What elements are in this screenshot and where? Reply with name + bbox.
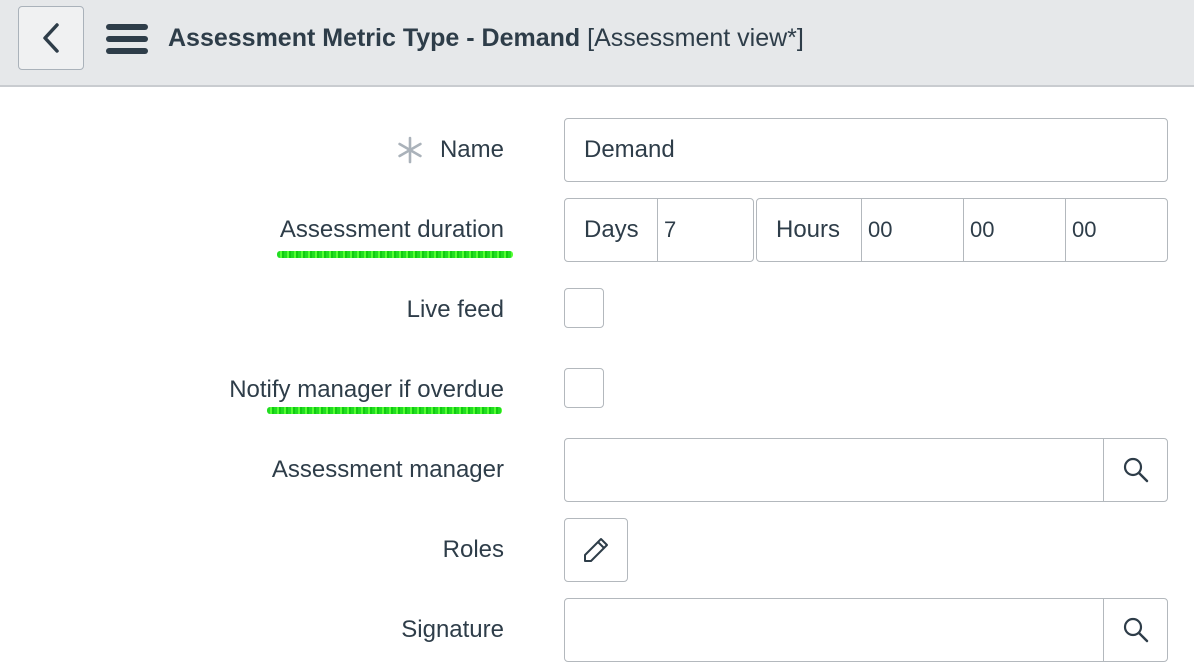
chevron-left-icon (43, 23, 59, 53)
view-name: [Assessment view*] (587, 24, 804, 52)
seconds-input[interactable]: 00 (1065, 199, 1167, 261)
name-input[interactable]: Demand (564, 118, 1168, 182)
minutes-input[interactable]: 00 (963, 199, 1065, 261)
assessment-manager-input[interactable] (564, 438, 1168, 502)
notify-manager-checkbox[interactable] (564, 368, 604, 408)
days-input[interactable]: 7 (657, 199, 753, 261)
back-button[interactable] (18, 6, 84, 70)
roles-edit-button[interactable] (564, 518, 628, 582)
live-feed-checkbox[interactable] (564, 288, 604, 328)
name-label: Name (439, 136, 504, 163)
form-header: Assessment Metric Type - Demand [Assessm… (0, 0, 1194, 87)
assessment-manager-lookup-button[interactable] (1103, 439, 1167, 501)
assessment-duration-label: Assessment duration (279, 216, 504, 243)
roles-label: Roles (442, 536, 504, 563)
signature-lookup-button[interactable] (1103, 599, 1167, 661)
live-feed-label: Live feed (406, 296, 504, 323)
hours-label: Hours (776, 216, 841, 243)
required-asterisk-icon (398, 136, 422, 164)
record-title: Assessment Metric Type - Demand (168, 24, 581, 52)
spellcheck-underline (277, 251, 513, 258)
spellcheck-underline (267, 407, 502, 414)
duration-time-group: Hours 00 00 00 (756, 198, 1168, 262)
search-icon (1123, 457, 1148, 483)
page-title: Assessment Metric Type - Demand [Assessm… (168, 22, 804, 54)
search-icon (1123, 617, 1148, 643)
days-label: Days (584, 216, 639, 243)
pencil-icon (584, 538, 608, 562)
assessment-manager-label: Assessment manager (271, 456, 504, 483)
name-value: Demand (584, 136, 675, 163)
signature-input[interactable] (564, 598, 1168, 662)
notify-manager-label: Notify manager if overdue (229, 376, 504, 403)
hamburger-menu-icon[interactable] (106, 24, 148, 54)
duration-days-group: Days 7 (564, 198, 754, 262)
hours-input[interactable]: 00 (861, 199, 963, 261)
signature-label: Signature (401, 616, 504, 643)
